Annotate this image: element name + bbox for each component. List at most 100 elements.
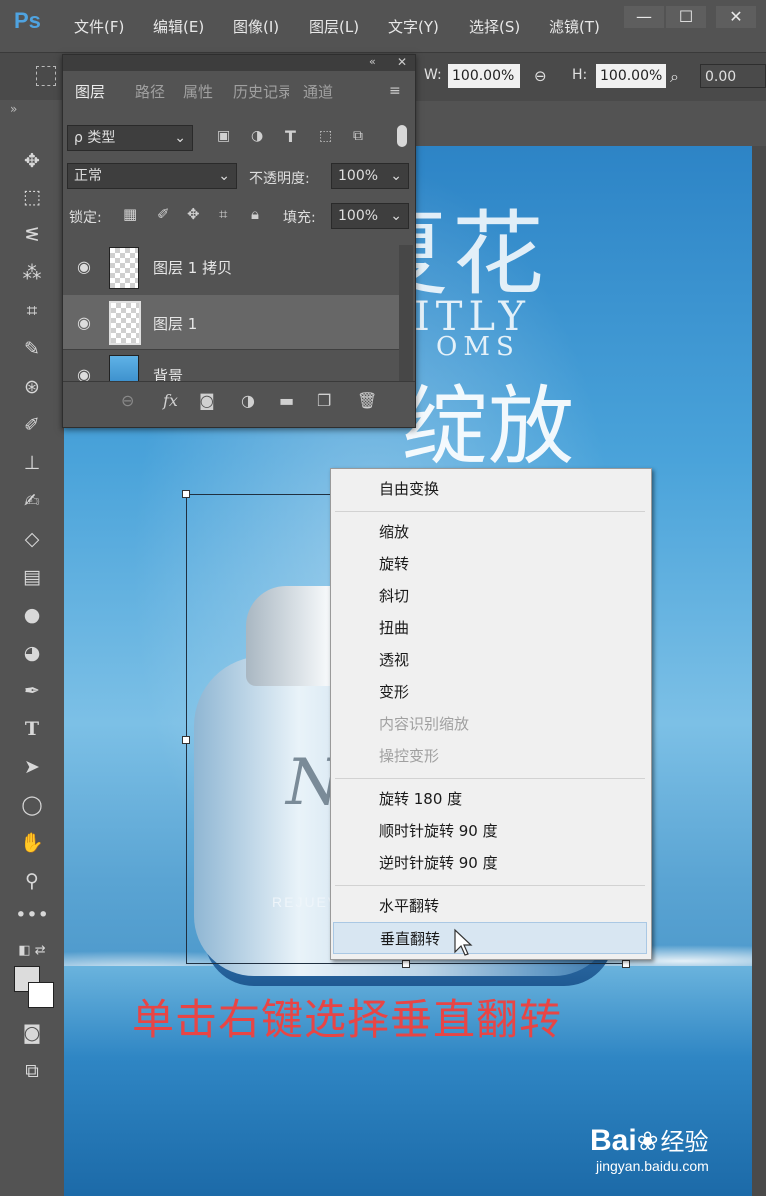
healing-brush-tool-icon[interactable]: ⊛ <box>12 372 52 402</box>
menu-file[interactable]: 文件(F) <box>74 16 124 37</box>
layer-thumbnail <box>109 355 139 381</box>
menu-item-rotate-180[interactable]: 旋转 180 度 <box>331 783 649 815</box>
ellipse-tool-icon[interactable]: ◯ <box>12 790 52 820</box>
chevron-down-icon: ⌄ <box>390 208 402 224</box>
layer-row-copy[interactable]: ◉ 图层 1 拷贝 <box>63 241 399 296</box>
menu-edit[interactable]: 编辑(E) <box>153 16 204 37</box>
link-icon[interactable]: ⊖ <box>534 67 547 85</box>
quick-mask-icon[interactable]: ◙ <box>12 1018 52 1048</box>
lock-pixels-icon[interactable]: ✐ <box>157 205 170 223</box>
blend-mode-select[interactable]: 正常 ⌄ <box>67 163 237 189</box>
visibility-eye-icon[interactable]: ◉ <box>77 313 91 332</box>
menu-item-rotate-90-cw[interactable]: 顺时针旋转 90 度 <box>331 815 649 847</box>
gradient-tool-icon[interactable]: ▤ <box>12 562 52 592</box>
more-tools-icon[interactable]: ••• <box>12 900 52 930</box>
tab-paths[interactable]: 路径 <box>135 81 165 102</box>
layer-filter-select[interactable]: ρ 类型 ⌄ <box>67 125 193 151</box>
new-layer-icon[interactable]: ❐ <box>317 391 331 410</box>
add-mask-icon[interactable]: ◙ <box>199 391 215 410</box>
magic-wand-tool-icon[interactable]: ⁂ <box>12 258 52 288</box>
menu-item-scale[interactable]: 缩放 <box>331 516 649 548</box>
filter-shape-icon[interactable]: ⬚ <box>319 128 332 144</box>
filter-pixel-icon[interactable]: ▣ <box>217 128 230 144</box>
collapse-panel-icon[interactable]: « <box>369 55 376 68</box>
maximize-button[interactable]: ☐ <box>666 6 706 28</box>
panel-menu-icon[interactable]: ≡ <box>389 83 401 99</box>
move-tool-icon[interactable]: ✥ <box>12 146 52 176</box>
lock-artboard-icon[interactable]: ⌗ <box>219 205 227 223</box>
pen-tool-icon[interactable]: ✒ <box>12 676 52 706</box>
eraser-tool-icon[interactable]: ◇ <box>12 524 52 554</box>
lock-transparent-icon[interactable]: ▦ <box>123 205 137 223</box>
layer-row-selected[interactable]: ◉ 图层 1 <box>63 295 399 350</box>
fill-input[interactable]: 100% ⌄ <box>331 203 409 229</box>
menu-type[interactable]: 文字(Y) <box>388 16 439 37</box>
screen-mode-icon[interactable]: ⧉ <box>12 1056 52 1086</box>
transform-handle-top-left[interactable] <box>182 490 190 498</box>
rotate-input[interactable]: 0.00 <box>700 64 766 88</box>
layers-scrollbar[interactable] <box>399 245 413 381</box>
menu-item-skew[interactable]: 斜切 <box>331 580 649 612</box>
zoom-tool-icon[interactable]: ⚲ <box>12 866 52 896</box>
tab-history[interactable]: 历史记录 <box>233 81 289 102</box>
menu-item-flip-vertical[interactable]: 垂直翻转 <box>333 922 647 954</box>
hand-tool-icon[interactable]: ✋ <box>12 828 52 858</box>
toolbar-collapse-icon[interactable]: » <box>10 102 17 116</box>
type-tool-icon[interactable]: T <box>12 714 52 744</box>
adjustment-layer-icon[interactable]: ◑ <box>241 391 255 410</box>
filter-smart-object-icon[interactable]: ⧉ <box>353 128 363 144</box>
brush-tool-icon[interactable]: ✐ <box>12 410 52 440</box>
background-color-swatch[interactable] <box>28 982 54 1008</box>
menu-item-perspective[interactable]: 透视 <box>331 644 649 676</box>
visibility-eye-icon[interactable]: ◉ <box>77 257 91 276</box>
marquee-tool-icon[interactable]: ⬚ <box>12 182 52 212</box>
link-layers-icon[interactable]: ⊖ <box>121 391 134 410</box>
new-group-icon[interactable]: ▬ <box>279 391 294 410</box>
transform-handle-middle-left[interactable] <box>182 736 190 744</box>
chevron-down-icon: ⌄ <box>174 130 186 146</box>
menu-item-flip-horizontal[interactable]: 水平翻转 <box>331 890 649 922</box>
transform-handle-bottom-right[interactable] <box>622 960 630 968</box>
lasso-tool-icon[interactable]: ᓬ <box>12 220 52 250</box>
close-panel-icon[interactable]: ✕ <box>397 55 407 69</box>
swap-colors-icon[interactable]: ◧ ⇄ <box>12 936 52 966</box>
filter-adjustment-icon[interactable]: ◑ <box>251 128 263 144</box>
menu-item-rotate-90-ccw[interactable]: 逆时针旋转 90 度 <box>331 847 649 879</box>
layer-style-icon[interactable]: fx <box>163 391 178 410</box>
menu-layer[interactable]: 图层(L) <box>309 16 359 37</box>
height-input[interactable]: 100.00% <box>596 64 666 88</box>
filter-type-icon[interactable]: T <box>285 127 296 146</box>
menu-separator <box>335 885 645 886</box>
tab-properties[interactable]: 属性 <box>183 81 213 102</box>
lock-position-icon[interactable]: ✥ <box>187 205 200 223</box>
tab-layers[interactable]: 图层 <box>75 81 105 102</box>
crop-tool-icon[interactable]: ⌗ <box>12 296 52 326</box>
menu-item-rotate[interactable]: 旋转 <box>331 548 649 580</box>
menu-image[interactable]: 图像(I) <box>233 16 279 37</box>
layer-row-background[interactable]: ◉ 背景 <box>63 349 399 382</box>
eyedropper-tool-icon[interactable]: ✎ <box>12 334 52 364</box>
opacity-input[interactable]: 100% ⌄ <box>331 163 409 189</box>
menu-select[interactable]: 选择(S) <box>469 16 520 37</box>
tab-channels[interactable]: 通道 <box>303 81 333 102</box>
delete-layer-icon[interactable]: 🗑︎ <box>357 391 377 410</box>
menu-item-free-transform[interactable]: 自由变换 <box>331 473 649 505</box>
clone-stamp-tool-icon[interactable]: ⊥ <box>12 448 52 478</box>
menu-separator <box>335 778 645 779</box>
lock-all-icon[interactable]: 🔒︎ <box>251 205 259 223</box>
close-button[interactable]: ✕ <box>716 6 756 28</box>
visibility-eye-icon[interactable]: ◉ <box>77 365 91 381</box>
width-input[interactable]: 100.00% <box>448 64 520 88</box>
blur-tool-icon[interactable]: ● <box>12 600 52 630</box>
menu-item-warp[interactable]: 变形 <box>331 676 649 708</box>
poster-title-bottom: 绽放 <box>402 377 574 477</box>
menu-item-distort[interactable]: 扭曲 <box>331 612 649 644</box>
filter-toggle-icon[interactable] <box>397 125 407 147</box>
menu-filter[interactable]: 滤镜(T) <box>549 16 600 37</box>
transform-reference-icon[interactable] <box>36 66 56 86</box>
minimize-button[interactable]: — <box>624 6 664 28</box>
history-brush-tool-icon[interactable]: ✍ <box>12 486 52 516</box>
dodge-tool-icon[interactable]: ◕ <box>12 638 52 668</box>
path-selection-tool-icon[interactable]: ➤ <box>12 752 52 782</box>
transform-handle-bottom-middle[interactable] <box>402 960 410 968</box>
